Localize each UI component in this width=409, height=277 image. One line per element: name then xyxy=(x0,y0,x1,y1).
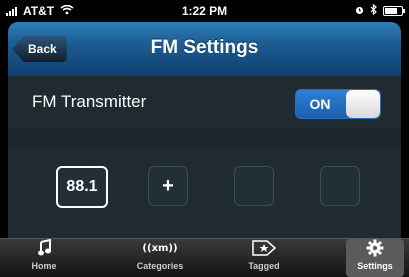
bluetooth-icon xyxy=(370,3,377,18)
navigation-bar: Back FM Settings xyxy=(8,22,401,76)
svg-text:((xm)): ((xm)) xyxy=(142,243,177,254)
tab-home[interactable]: Home xyxy=(4,238,84,277)
tab-settings[interactable]: Settings xyxy=(346,239,404,277)
tab-tagged-label: Tagged xyxy=(248,261,280,271)
add-preset-button[interactable]: + xyxy=(148,166,188,206)
tab-bar: Home ((xm)) Categories Tagged Settings xyxy=(0,238,409,277)
tab-settings-label: Settings xyxy=(357,261,393,271)
page-title: FM Settings xyxy=(150,37,259,58)
gear-icon xyxy=(346,239,404,261)
tab-tagged[interactable]: Tagged xyxy=(224,239,304,277)
xm-radio-icon: ((xm)) xyxy=(112,239,208,261)
app-content: Back FM Settings FM Transmitter ON 88.1 … xyxy=(8,22,401,238)
tab-home-label: Home xyxy=(31,261,57,271)
preset-slot-empty[interactable] xyxy=(320,166,360,206)
toggle-on-label: ON xyxy=(309,96,331,112)
tag-icon xyxy=(224,239,304,261)
fm-transmitter-label: FM Transmitter xyxy=(32,92,147,111)
music-note-icon xyxy=(4,238,84,261)
fm-transmitter-toggle[interactable]: ON xyxy=(295,89,381,119)
tab-categories[interactable]: ((xm)) Categories xyxy=(112,239,208,277)
tab-categories-label: Categories xyxy=(136,261,184,271)
battery-icon xyxy=(383,6,405,16)
preset-stations: 88.1 + xyxy=(8,148,401,238)
fm-transmitter-row: FM Transmitter ON xyxy=(8,76,401,128)
section-divider xyxy=(8,128,401,148)
status-time: 1:22 PM xyxy=(181,4,228,18)
status-bar: AT&T 1:22 PM xyxy=(0,0,409,22)
preset-slot-empty[interactable] xyxy=(234,166,274,206)
status-right xyxy=(355,3,405,18)
preset-station-1[interactable]: 88.1 xyxy=(56,166,108,208)
toggle-knob[interactable] xyxy=(346,90,380,118)
alarm-icon xyxy=(355,4,364,18)
